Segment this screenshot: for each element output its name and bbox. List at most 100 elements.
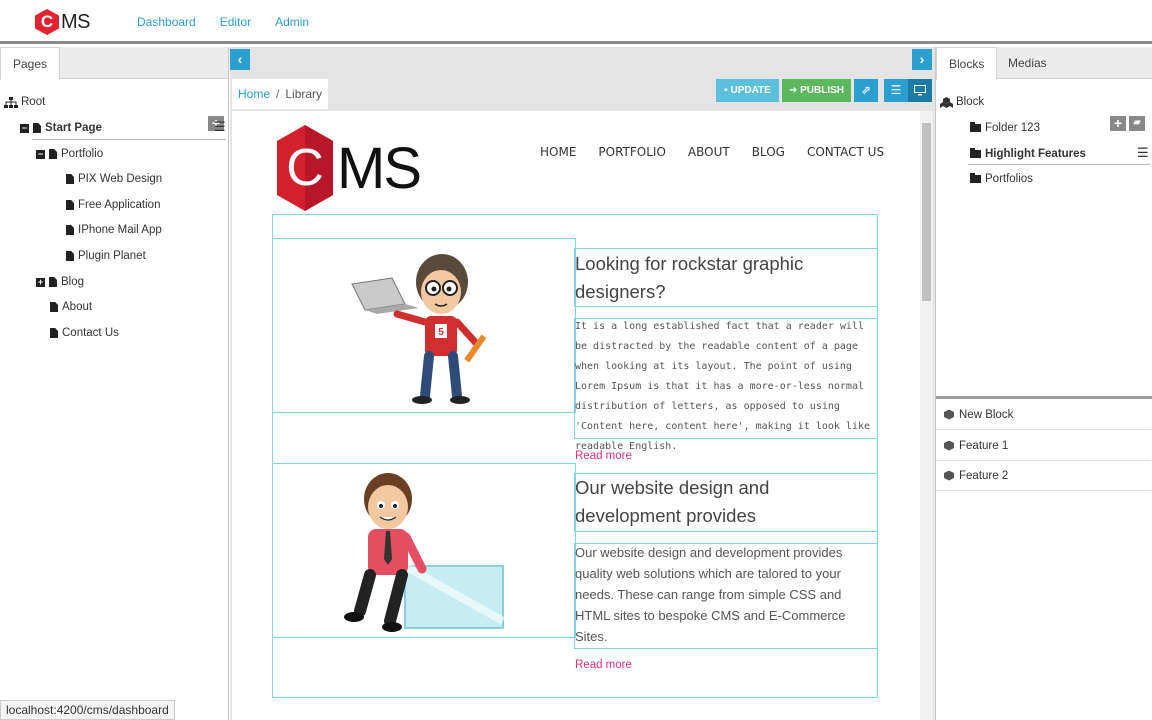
tree-item-label: Plugin Planet: [78, 250, 146, 262]
panel-divider[interactable]: [936, 396, 1152, 399]
tree-item-start-page[interactable]: − Start Page: [20, 122, 102, 134]
block-item-new-block[interactable]: New Block: [936, 400, 1151, 430]
logo-hexagon: C: [35, 9, 59, 35]
file-icon: [50, 328, 58, 338]
top-bar: C MS Dashboard Editor Admin: [0, 0, 1152, 44]
site-logo-text: MS: [337, 135, 422, 201]
block2-read-more-link[interactable]: Read more: [575, 659, 632, 671]
site-nav-contact[interactable]: CONTACT US: [807, 145, 884, 159]
add-block-button[interactable]: +: [1110, 116, 1126, 131]
site-logo[interactable]: C MS: [277, 125, 422, 211]
add-folder-icon[interactable]: ▰: [1129, 116, 1145, 131]
file-icon: [50, 302, 58, 312]
file-icon: [49, 277, 57, 287]
collapse-left-button[interactable]: ‹: [230, 49, 250, 70]
page-preview[interactable]: C MS HOME PORTFOLIO ABOUT BLOG CONTACT U…: [232, 111, 920, 720]
app-logo[interactable]: C MS: [35, 9, 91, 35]
cube-icon: [944, 470, 954, 481]
block2-heading[interactable]: Our website design and development provi…: [575, 474, 877, 530]
breadcrumb-current: Library: [285, 87, 323, 101]
file-icon: [66, 225, 74, 235]
scrollbar-thumb[interactable]: [922, 123, 931, 301]
cube-icon: [944, 440, 954, 451]
file-icon: [66, 200, 74, 210]
block1-body[interactable]: It is a long established fact that a rea…: [575, 317, 877, 457]
collapse-right-button[interactable]: ›: [912, 49, 932, 70]
publish-button[interactable]: ➜ PUBLISH: [782, 79, 851, 102]
tree-folder-123[interactable]: Folder 123: [970, 122, 1040, 134]
tree-item-about[interactable]: About: [50, 301, 92, 313]
tree-root[interactable]: Root: [4, 96, 45, 108]
tab-pages[interactable]: Pages: [0, 47, 61, 80]
expand-icon[interactable]: +: [36, 277, 45, 287]
tree-item-iphone-mail-app[interactable]: IPhone Mail App: [66, 224, 162, 236]
collapse-icon[interactable]: −: [36, 149, 45, 159]
logo-text: MS: [61, 10, 91, 33]
tree-item-label: Free Application: [78, 199, 161, 211]
block1-heading[interactable]: Looking for rockstar graphic designers?: [575, 250, 875, 306]
site-logo-letter: C: [286, 139, 324, 197]
block-item-label: New Block: [959, 408, 1014, 421]
breadcrumb: Home / Library: [232, 79, 329, 109]
tree-block-root-label: Block: [956, 96, 985, 108]
site-nav-blog[interactable]: BLOG: [752, 145, 785, 159]
block-item-feature-1[interactable]: Feature 1: [936, 431, 1151, 461]
list-view-icon[interactable]: ☰: [884, 79, 908, 102]
pages-tabs: Pages: [0, 47, 228, 80]
businessman-illustration: [344, 473, 505, 632]
tree-block-root[interactable]: Block: [940, 96, 984, 108]
tree-item-blog[interactable]: + Blog: [36, 276, 84, 288]
block2-body[interactable]: Our website design and development provi…: [575, 542, 877, 647]
tab-blocks[interactable]: Blocks: [936, 47, 998, 80]
block-item-feature-2[interactable]: Feature 2: [936, 461, 1151, 491]
block-item-label: Feature 2: [959, 469, 1009, 482]
editor-area: ‹ › Home / Library ▪ UPDATE ➜ PUBLISH ⇗ …: [230, 47, 935, 720]
breadcrumb-home[interactable]: Home: [238, 87, 270, 101]
tree-folder-label: Portfolios: [985, 173, 1033, 185]
publish-icon: ➜: [788, 85, 801, 96]
hamburger-menu-icon[interactable]: ☰: [1137, 145, 1149, 161]
tree-folder-portfolios[interactable]: Portfolios: [970, 173, 1033, 185]
tree-item-label: Blog: [61, 276, 85, 288]
nav-admin[interactable]: Admin: [275, 15, 309, 29]
tree-item-free-application[interactable]: Free Application: [66, 199, 160, 211]
site-nav-portfolio[interactable]: PORTFOLIO: [598, 145, 666, 159]
folder-icon: [970, 148, 981, 158]
tree-item-contact-us[interactable]: Contact Us: [50, 327, 119, 339]
hamburger-menu-icon[interactable]: ☰: [214, 119, 226, 135]
external-link-icon[interactable]: ⇗: [854, 79, 878, 102]
selection-underline: [32, 139, 226, 140]
html5-badge-text: 5: [438, 327, 444, 338]
tree-folder-label: Highlight Features: [985, 148, 1086, 160]
nav-dashboard[interactable]: Dashboard: [137, 15, 196, 29]
collapse-icon[interactable]: −: [20, 123, 29, 133]
desktop-view-icon[interactable]: [908, 79, 932, 102]
tree-item-portfolio[interactable]: − Portfolio: [36, 148, 103, 160]
tree-root-label: Root: [21, 96, 46, 108]
tree-folder-label: Folder 123: [985, 122, 1040, 134]
site-logo-hexagon: C: [277, 125, 333, 211]
file-icon: [66, 251, 74, 261]
tab-medias[interactable]: Medias: [996, 47, 1059, 79]
update-button[interactable]: ▪ UPDATE: [716, 79, 779, 102]
file-icon: [33, 123, 41, 133]
status-url: localhost:4200/cms/dashboard: [0, 700, 175, 720]
block1-read-more-link[interactable]: Read more: [575, 450, 632, 462]
publish-label: PUBLISH: [800, 85, 845, 96]
preview-scrollbar[interactable]: [920, 111, 933, 720]
folder-icon: [970, 122, 981, 132]
site-nav: HOME PORTFOLIO ABOUT BLOG CONTACT US: [540, 145, 884, 159]
site-nav-about[interactable]: ABOUT: [688, 145, 730, 159]
top-nav: Dashboard Editor Admin: [137, 15, 309, 29]
tree-item-pix-web-design[interactable]: PIX Web Design: [66, 173, 162, 185]
selection-underline: [968, 164, 1150, 165]
nav-editor[interactable]: Editor: [220, 15, 251, 29]
tree-item-plugin-planet[interactable]: Plugin Planet: [66, 250, 146, 262]
pages-panel: Pages Root + − Start Page ☰ − Portfolio …: [0, 47, 229, 720]
tree-item-label: Contact Us: [62, 327, 119, 339]
site-nav-home[interactable]: HOME: [540, 145, 576, 159]
tree-item-label: About: [62, 301, 93, 313]
file-icon: [49, 149, 57, 159]
sitemap-icon: [4, 96, 18, 108]
tree-folder-highlight-features[interactable]: Highlight Features: [970, 148, 1086, 160]
